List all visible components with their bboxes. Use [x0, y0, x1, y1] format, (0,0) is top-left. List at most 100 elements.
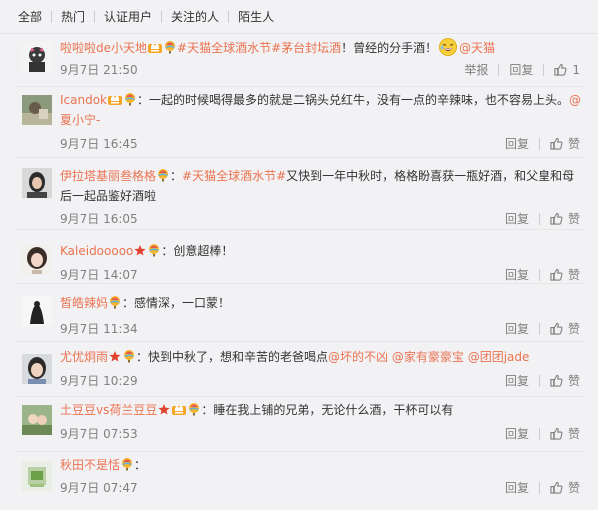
action-divider — [538, 374, 540, 387]
hashtag-link[interactable]: 茅台封坛酒 — [281, 41, 341, 55]
avatar[interactable] — [22, 296, 52, 326]
hashtag-link[interactable]: #天猫全球酒水节# — [182, 169, 286, 183]
comment-text: 皙皓辣妈 ：感情深，一口蒙！ — [60, 293, 586, 313]
comment-body: ：睡在我上铺的兄弟，无论什么酒，干杯可以有 — [201, 403, 454, 417]
comment-time: 9月7日 16:45 — [60, 137, 138, 151]
username-link[interactable]: 土豆豆vs荷兰豆豆 — [60, 403, 157, 417]
thumbs-up-icon — [550, 137, 563, 150]
avatar[interactable] — [22, 42, 52, 72]
comment-time: 9月7日 11:34 — [60, 322, 138, 336]
comment-item: 尤优炯雨 ：快到中秋了，想和辛苦的老爸喝点@坏的不凶 @家有豪豪宝 @团团jade… — [0, 342, 598, 397]
mention-link[interactable]: @团团jade — [468, 350, 530, 364]
vip-crown-icon — [108, 92, 123, 105]
username-link[interactable]: 啦啦啦de小天地 — [60, 41, 147, 55]
comment-text: 秋田不是恬 ： — [60, 455, 586, 475]
like-button[interactable]: 赞 — [550, 210, 580, 227]
comment-actions: 回复 赞 — [505, 266, 580, 283]
like-label: 赞 — [567, 374, 580, 388]
avatar[interactable] — [22, 244, 52, 274]
reply-button[interactable]: 回复 — [509, 61, 533, 78]
tab-verified[interactable]: 认证用户 — [95, 8, 161, 25]
mention-link[interactable]: @家有豪豪宝 — [392, 350, 464, 364]
vip-crown-icon — [148, 40, 163, 53]
like-button[interactable]: 赞 — [550, 135, 580, 152]
reply-button[interactable]: 回复 — [505, 372, 529, 389]
reply-button[interactable]: 回复 — [505, 266, 529, 283]
avatar[interactable] — [22, 405, 52, 435]
thumbs-up-icon — [550, 481, 563, 494]
comment-body: ：创意超棒！ — [161, 244, 234, 258]
comment-actions: 回复 赞 — [505, 135, 580, 152]
vip-crown-icon — [172, 402, 187, 415]
comment-item: 伊拉塔基丽叁格格 ：#天猫全球酒水节#又快到一年中秋时，格格盼喜获一瓶好酒，和父皇… — [0, 158, 598, 230]
like-button[interactable]: 赞 — [550, 372, 580, 389]
thumbs-up-icon — [550, 212, 563, 225]
reply-button[interactable]: 回复 — [505, 135, 529, 152]
comment-body: ：快到中秋了，想和辛苦的老爸喝点 — [136, 350, 329, 364]
comment-actions: 回复 赞 — [505, 425, 580, 442]
like-button[interactable]: 赞 — [550, 479, 580, 496]
comment-text: Icandok ：一起的时候喝得最多的就是二锅头兑红牛，没有一点的辛辣味，也不容易… — [60, 90, 586, 130]
like-button[interactable]: 赞 — [550, 320, 580, 337]
mention-link[interactable]: @坏的不凶 — [328, 350, 388, 364]
comment-time: 9月7日 07:53 — [60, 427, 138, 441]
comment-item: 皙皓辣妈 ：感情深，一口蒙！ 9月7日 11:34 回复 赞 — [0, 284, 598, 342]
comment-item: 啦啦啦de小天地 #天猫全球酒水节#茅台封坛酒！曾经的分手酒！ @天猫 9月7日 21… — [0, 34, 598, 87]
action-divider — [538, 137, 540, 150]
thumbs-up-icon — [550, 374, 563, 387]
action-divider — [538, 427, 540, 440]
username-link[interactable]: 皙皓辣妈 — [60, 296, 108, 310]
comment-item: 土豆豆vs荷兰豆豆 ：睡在我上铺的兄弟，无论什么酒，干杯可以有 9月7日 07:53… — [0, 397, 598, 452]
like-button[interactable]: 赞 — [550, 425, 580, 442]
balloon-badge-icon — [121, 457, 133, 471]
avatar[interactable] — [22, 461, 52, 491]
thumbs-up-icon — [550, 322, 563, 335]
tab-all[interactable]: 全部 — [18, 8, 51, 25]
comment-item: Icandok ：一起的时候喝得最多的就是二锅头兑红牛，没有一点的辛辣味，也不容易… — [0, 87, 598, 158]
like-label: 赞 — [567, 137, 580, 151]
comment-actions: 举报 回复 1 — [464, 61, 580, 78]
reply-button[interactable]: 回复 — [505, 479, 529, 496]
username-link[interactable]: Kaleidooooo — [60, 244, 133, 258]
action-divider — [538, 322, 540, 335]
thumbs-up-icon — [550, 427, 563, 440]
comment-text: 土豆豆vs荷兰豆豆 ：睡在我上铺的兄弟，无论什么酒，干杯可以有 — [60, 400, 586, 420]
comment-item: 秋田不是恬 ： 9月7日 07:47 回复 赞 — [0, 452, 598, 510]
tab-following[interactable]: 关注的人 — [162, 8, 228, 25]
avatar[interactable] — [22, 95, 52, 125]
star-badge-icon — [158, 402, 170, 415]
laugh-emoji-icon — [439, 38, 458, 56]
username-link[interactable]: 尤优炯雨 — [60, 350, 108, 364]
action-divider — [543, 63, 545, 76]
comment-body: ： — [170, 169, 183, 183]
hashtag-link[interactable]: #天猫全球酒水节# — [177, 41, 281, 55]
tab-hot[interactable]: 热门 — [52, 8, 94, 25]
username-link[interactable]: 秋田不是恬 — [60, 458, 120, 472]
like-button[interactable]: 赞 — [550, 266, 580, 283]
balloon-badge-icon — [188, 402, 200, 416]
tab-strangers[interactable]: 陌生人 — [229, 8, 283, 25]
comment-text: 啦啦啦de小天地 #天猫全球酒水节#茅台封坛酒！曾经的分手酒！ @天猫 — [60, 38, 586, 58]
avatar[interactable] — [22, 168, 52, 198]
action-divider — [498, 63, 500, 76]
comment-body: ： — [134, 458, 147, 472]
reply-button[interactable]: 回复 — [505, 425, 529, 442]
filter-tabs: 全部 热门 认证用户 关注的人 陌生人 — [0, 0, 598, 34]
report-button[interactable]: 举报 — [464, 61, 488, 78]
avatar[interactable] — [22, 354, 52, 384]
comment-text: Kaleidooooo ：创意超棒！ — [60, 241, 586, 261]
comment-actions: 回复 赞 — [505, 210, 580, 227]
mention-link[interactable]: @天猫 — [459, 41, 495, 55]
thumbs-up-icon — [554, 63, 567, 76]
reply-button[interactable]: 回复 — [505, 320, 529, 337]
username-link[interactable]: 伊拉塔基丽叁格格 — [60, 169, 156, 183]
balloon-badge-icon — [164, 40, 176, 54]
action-divider — [538, 212, 540, 225]
reply-button[interactable]: 回复 — [505, 210, 529, 227]
like-label: 赞 — [567, 427, 580, 441]
comment-text: 尤优炯雨 ：快到中秋了，想和辛苦的老爸喝点@坏的不凶 @家有豪豪宝 @团团jade — [60, 347, 586, 367]
like-button[interactable]: 1 — [554, 63, 580, 77]
like-label: 赞 — [567, 268, 580, 282]
username-link[interactable]: Icandok — [60, 93, 107, 107]
comment-panel: 全部 热门 认证用户 关注的人 陌生人 啦啦啦de小天地 #天猫全球酒水节#茅台封… — [0, 0, 598, 510]
